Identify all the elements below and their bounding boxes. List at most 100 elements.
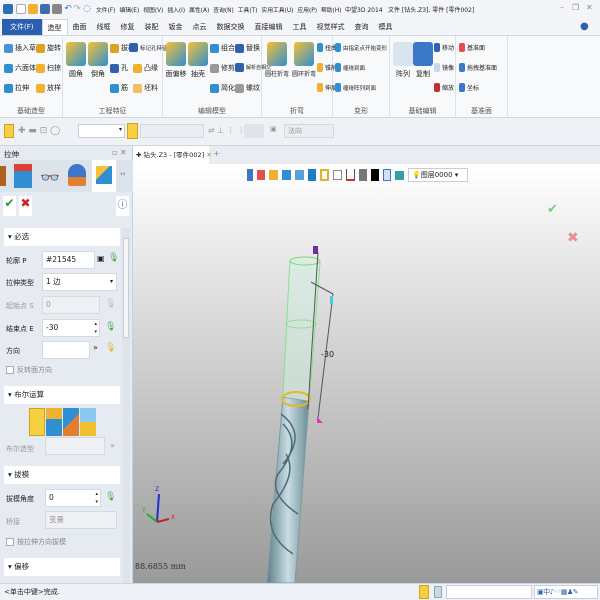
tab-modeling[interactable]: 造型	[41, 19, 68, 35]
trim-button[interactable]: 修剪	[210, 63, 235, 73]
end-mic-icon[interactable]: 🎙	[105, 322, 116, 332]
cylinder-bend-button[interactable]: 圆柱折弯	[264, 42, 290, 78]
menu-query[interactable]: 查询(N)	[213, 5, 233, 14]
tab-tools[interactable]: 工具	[288, 19, 312, 35]
menu-file[interactable]: 文件(F)	[96, 5, 115, 14]
menu-edit[interactable]: 编辑(E)	[119, 5, 139, 14]
manipulator-tab-icon[interactable]	[14, 164, 32, 188]
draft-angle-field[interactable]: 0 ▴ ▾	[45, 489, 101, 507]
tab-data-exchange[interactable]: 数据交换	[212, 19, 250, 35]
tab-pointcloud[interactable]: 点云	[188, 19, 212, 35]
tab-query[interactable]: 查询	[350, 19, 374, 35]
panel-scrollbar[interactable]	[122, 228, 130, 583]
bevel-dropdown[interactable]: 变量	[45, 511, 117, 529]
drag-datum-button[interactable]: 拖拽基准面	[459, 63, 497, 72]
boolean-subtract-button[interactable]	[63, 408, 79, 436]
direction-flip-icon[interactable]: »	[93, 343, 98, 352]
close-tab-icon[interactable]: ✕	[206, 151, 211, 159]
end-handle[interactable]	[317, 417, 323, 423]
filter-dropdown[interactable]: ▾	[78, 124, 125, 138]
redo-icon[interactable]: ↷	[72, 4, 82, 14]
direction-mic-icon[interactable]: 🎙	[105, 343, 116, 353]
print-icon[interactable]	[52, 4, 62, 14]
menu-apps[interactable]: 应用(P)	[297, 5, 317, 14]
boolean-add-button[interactable]	[46, 408, 62, 436]
menu-help[interactable]: 帮助(H)	[321, 5, 341, 14]
profile-select-icon[interactable]: ▣	[97, 254, 105, 263]
pick-filter-icons[interactable]: ✚ ▬ ⊡ ◯	[18, 126, 60, 136]
boolean-body-field[interactable]	[45, 437, 105, 455]
draft-direction-checkbox[interactable]: 按拉伸方向拔模	[6, 537, 66, 547]
drill-body[interactable]	[266, 396, 310, 583]
scale-button[interactable]: 缩放	[434, 83, 454, 92]
refresh-icon[interactable]: ◌	[82, 4, 92, 14]
section-boolean[interactable]: ▾ 布尔运算	[4, 386, 120, 404]
input-method-bar[interactable]: ▣中♪◦◦▦♟✎	[534, 585, 598, 599]
extrude-button[interactable]: 拉伸	[4, 83, 29, 93]
document-tab[interactable]: ✚ 钻头.Z3 - [零件002] ✕	[133, 146, 212, 164]
shell-button[interactable]: 抽壳	[187, 42, 209, 79]
move-button[interactable]: 移动	[434, 43, 454, 52]
pick-dropdown[interactable]	[140, 124, 204, 138]
tab-sheetmetal[interactable]: 钣金	[164, 19, 188, 35]
chamfer-button[interactable]: 倒角	[87, 42, 109, 79]
ok-button[interactable]: ✔	[3, 196, 16, 216]
stock-button[interactable]: 坯料	[133, 83, 158, 93]
wrap-to-face-button[interactable]: 缠绕到面	[335, 63, 365, 72]
cancel-button[interactable]: ✖	[19, 196, 32, 216]
section-offset[interactable]: ▾ 偏移	[4, 558, 120, 576]
hole-button[interactable]: 孔	[110, 63, 128, 73]
info-button[interactable]: ⓘ	[116, 196, 129, 216]
loft-button[interactable]: 放样	[36, 83, 61, 93]
extrude-type-dropdown[interactable]: 1 边 ▾	[42, 273, 117, 291]
menu-insert[interactable]: 插入(I)	[167, 5, 185, 14]
coordinate-button[interactable]: 坐标	[459, 83, 479, 92]
section-required[interactable]: ▾ 必选	[4, 228, 120, 246]
tab-icon[interactable]	[0, 166, 6, 186]
box-button[interactable]: 六面体	[4, 63, 36, 73]
replace-button[interactable]: 替换	[235, 43, 260, 53]
sweep-button[interactable]: 扫掠	[36, 63, 61, 73]
end-field[interactable]: -30 ▴ ▾	[42, 319, 100, 337]
flange-button[interactable]: 凸缘	[133, 63, 158, 73]
save-icon[interactable]	[40, 4, 50, 14]
datum-plane-button[interactable]: 基准面	[459, 43, 485, 52]
drag-handle[interactable]	[330, 296, 333, 304]
simplify-button[interactable]: 简化	[210, 83, 235, 93]
tab-scroll-arrows[interactable]: ‹›	[120, 170, 126, 178]
select-icon[interactable]	[4, 124, 14, 138]
tab-file[interactable]: 文件(F)	[2, 19, 42, 35]
mirror-button[interactable]: 镜像	[434, 63, 454, 72]
new-file-icon[interactable]	[16, 4, 26, 14]
glasses-tab-icon[interactable]: 👓	[40, 168, 60, 187]
copy-button[interactable]: 复制	[412, 42, 434, 79]
menu-tools[interactable]: 工具(T)	[238, 5, 258, 14]
minimize-button[interactable]: –	[560, 3, 564, 12]
wrap-pattern-button[interactable]: 缠绕阵列到面	[335, 83, 376, 92]
tab-mold[interactable]: 模具	[374, 19, 398, 35]
boolean-flip-icon[interactable]: »	[110, 441, 115, 450]
menu-attribute[interactable]: 属性(A)	[189, 5, 209, 14]
normal-dropdown[interactable]: 法向	[284, 124, 334, 138]
tab-surface[interactable]: 曲面	[68, 19, 92, 35]
snap-mode-icon[interactable]	[244, 124, 264, 138]
status-list-icon[interactable]	[434, 586, 442, 598]
tab-wireframe[interactable]: 线框	[92, 19, 116, 35]
mic-icon[interactable]: 🎙	[108, 253, 119, 263]
tab-repair[interactable]: 修复	[116, 19, 140, 35]
help-icon[interactable]: ●	[580, 21, 589, 32]
section-draft[interactable]: ▾ 拔模	[4, 466, 120, 484]
draft-mic-icon[interactable]: 🎙	[105, 492, 116, 502]
rib-button[interactable]: 筋	[110, 83, 128, 93]
close-button[interactable]: ✕	[586, 3, 593, 12]
scroll-thumb[interactable]	[123, 238, 129, 338]
menu-view[interactable]: 视图(V)	[143, 5, 163, 14]
start-field[interactable]: 0	[42, 296, 100, 314]
profile-field[interactable]: #21545	[42, 251, 95, 269]
boolean-intersect-button[interactable]	[80, 408, 96, 436]
open-file-icon[interactable]	[28, 4, 38, 14]
status-mode-icon[interactable]	[419, 585, 429, 599]
tab-visual-style[interactable]: 视觉样式	[312, 19, 350, 35]
pick-mode-icon[interactable]	[127, 123, 138, 139]
menu-utilities[interactable]: 实用工具(U)	[261, 5, 293, 14]
